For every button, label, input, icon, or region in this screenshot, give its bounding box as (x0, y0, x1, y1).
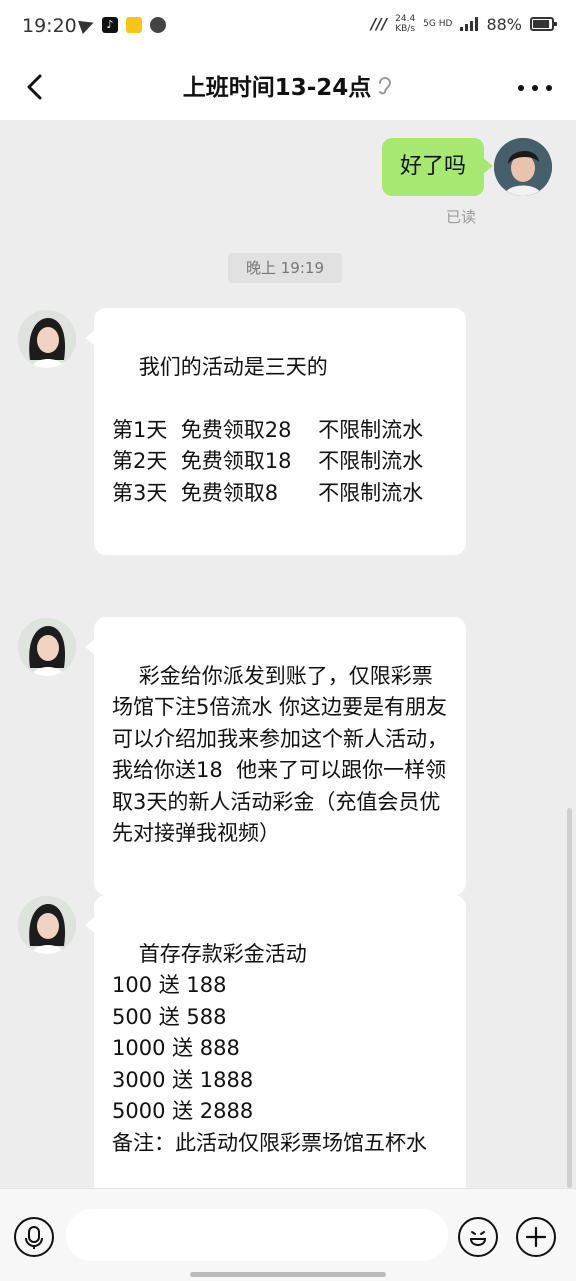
message-timestamp: 晚上 19:19 (228, 253, 342, 283)
emoji-icon (469, 1231, 487, 1246)
more-dot (546, 85, 552, 91)
status-right: /// 24.4 KB/s 5G HD 88% (370, 14, 557, 34)
contact-avatar-image (18, 618, 76, 676)
my-avatar-image (494, 138, 552, 196)
outgoing-message-bubble[interactable]: 好了吗 (381, 138, 494, 196)
contact-avatar-image (18, 896, 76, 954)
earpiece-mode-icon (377, 75, 393, 103)
message-icon (150, 17, 166, 33)
chat-scrollbar[interactable] (567, 808, 572, 1188)
battery-icon (530, 17, 557, 31)
telegram-icon (78, 16, 96, 34)
incoming-message-bubble[interactable]: 我们的活动是三天的 第1天 免费领取28 不限制流水 第2天 免费领取18 不限… (85, 308, 466, 555)
tiktok-icon: ♪ (102, 17, 118, 33)
more-dot (532, 85, 538, 91)
net-speed-value: 24.4 (395, 14, 416, 24)
status-time: 19:20 (22, 15, 77, 37)
net-speed-unit: KB/s (395, 24, 416, 34)
chat-area[interactable]: 好了吗 已读 晚上 19:19 我们的活动是三天的 第1天 免费领取28 不限制… (0, 120, 576, 1205)
signal-label: 5G HD (423, 19, 453, 29)
read-status: 已读 (445, 208, 476, 226)
contact-avatar[interactable] (18, 896, 76, 954)
incoming-message-text: 彩金给你派发到账了，仅限彩票场馆下注5倍流水 你这边要是有朋友可以介绍加我来参加… (112, 663, 448, 846)
wifi-speed-icon: /// (370, 15, 388, 33)
input-bar (0, 1188, 576, 1281)
more-options-button[interactable] (518, 74, 552, 102)
chat-title: 上班时间13-24点 (182, 75, 372, 101)
microphone-icon (25, 1226, 43, 1249)
contact-avatar[interactable] (18, 618, 76, 676)
chat-title-wrap: 上班时间13-24点 (0, 68, 576, 103)
incoming-message-bubble[interactable]: 彩金给你派发到账了，仅限彩票场馆下注5倍流水 你这边要是有朋友可以介绍加我来参加… (85, 617, 466, 895)
signal-icon (460, 17, 479, 31)
notification-icons: ♪ (78, 16, 166, 34)
outgoing-message-text: 好了吗 (399, 154, 466, 179)
contact-avatar[interactable] (18, 310, 76, 368)
incoming-message-bubble[interactable]: 首存存款彩金活动 100 送 188 500 送 588 1000 送 888 … (85, 895, 466, 1205)
contact-avatar-image (18, 310, 76, 368)
incoming-message-text: 我们的活动是三天的 第1天 免费领取28 不限制流水 第2天 免费领取18 不限… (112, 354, 424, 505)
emoji-button[interactable] (458, 1217, 498, 1257)
home-indicator[interactable] (190, 1272, 386, 1277)
more-functions-button[interactable] (516, 1217, 556, 1257)
plus-icon (525, 1226, 547, 1248)
chat-header: 上班时间13-24点 (0, 54, 576, 120)
battery-percent: 88% (486, 14, 522, 34)
net-speed: 24.4 KB/s (395, 14, 415, 34)
voice-input-button[interactable] (14, 1217, 54, 1257)
message-input[interactable] (66, 1209, 448, 1261)
status-bar: 19:20 ♪ /// 24.4 KB/s 5G HD 88% (0, 0, 576, 54)
app-notification-icon (126, 17, 142, 33)
more-dot (518, 85, 524, 91)
incoming-message-text: 首存存款彩金活动 100 送 188 500 送 588 1000 送 888 … (112, 941, 427, 1155)
my-avatar[interactable] (494, 138, 552, 196)
